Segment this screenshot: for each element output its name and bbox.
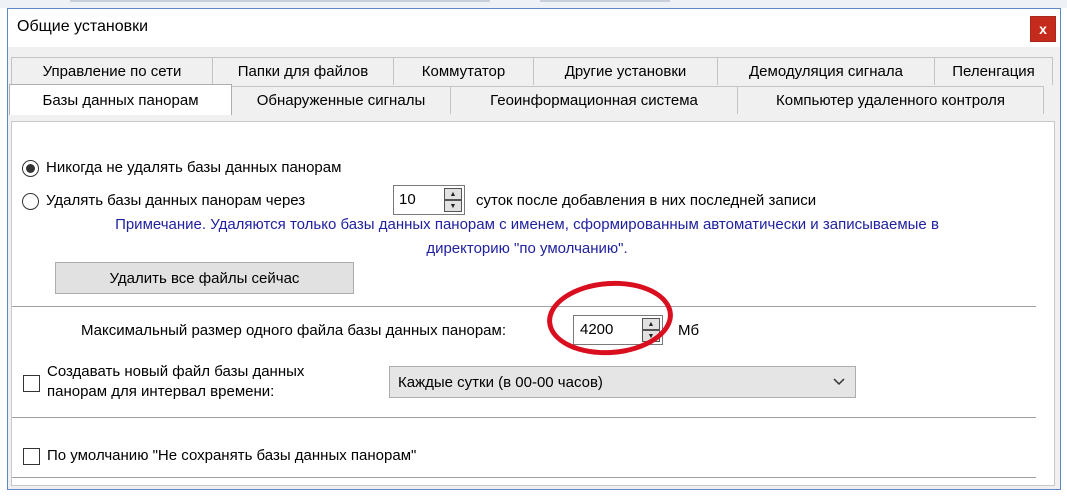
never-delete-radio[interactable] <box>22 160 39 177</box>
new-file-checkbox[interactable] <box>23 375 40 392</box>
delete-after-suffix: суток после добавления в них последней з… <box>476 192 817 209</box>
never-delete-label: Никогда не удалять базы данных панорам <box>46 159 342 176</box>
delete-days-spinner[interactable]: 10 ▲ ▼ <box>393 185 465 215</box>
spinner-arrows: ▲ ▼ <box>444 188 462 212</box>
delete-all-files-button[interactable]: Удалить все файлы сейчас <box>55 262 354 294</box>
spin-down-icon[interactable]: ▼ <box>444 200 462 212</box>
settings-dialog: Общие установки x Управление по сети Пап… <box>7 8 1061 490</box>
delete-after-radio[interactable] <box>22 193 39 210</box>
tab-switch[interactable]: Коммутатор <box>393 57 534 85</box>
tab-file-folders[interactable]: Папки для файлов <box>212 57 394 85</box>
max-size-unit: Мб <box>678 322 700 339</box>
close-button[interactable]: x <box>1030 16 1056 42</box>
new-file-label: Создавать новый файл базы данных панорам… <box>47 362 304 402</box>
note-line-2: директорию "по умолчанию". <box>426 240 628 257</box>
separator <box>12 417 1036 418</box>
default-no-save-label: По умолчанию "Не сохранять базы данных п… <box>47 447 417 464</box>
background-text-line <box>70 0 490 2</box>
interval-dropdown[interactable]: Каждые сутки (в 00-00 часов) <box>389 366 856 398</box>
note-line-1: Примечание. Удаляются только базы данных… <box>115 216 939 233</box>
window-title: Общие установки <box>17 18 149 35</box>
separator <box>12 306 1036 307</box>
tab-remote-control-computer[interactable]: Компьютер удаленного контроля <box>737 86 1044 114</box>
new-file-label-line-2: панорам для интервал времени: <box>47 383 275 400</box>
max-size-label: Максимальный размер одного файла базы да… <box>81 322 506 339</box>
tab-other-settings[interactable]: Другие установки <box>533 57 718 85</box>
tab-network-control[interactable]: Управление по сети <box>11 57 213 85</box>
tab-panorama-databases[interactable]: Базы данных панорам <box>9 84 232 115</box>
tab-gis[interactable]: Геоинформационная система <box>450 86 738 114</box>
chevron-down-icon <box>833 378 845 386</box>
new-file-label-line-1: Создавать новый файл базы данных <box>47 363 305 380</box>
delete-after-label: Удалять базы данных панорам через <box>46 192 306 209</box>
tab-detected-signals[interactable]: Обнаруженные сигналы <box>231 86 451 114</box>
tab-row-1: Управление по сети Папки для файлов Комм… <box>11 57 1053 85</box>
delete-note: Примечание. Удаляются только базы данных… <box>32 213 1022 261</box>
tab-direction-finding[interactable]: Пеленгация <box>934 57 1053 85</box>
separator <box>12 477 1036 478</box>
background-text-line <box>540 0 670 2</box>
tab-signal-demodulation[interactable]: Демодуляция сигнала <box>717 57 935 85</box>
background-strip <box>0 0 1067 8</box>
title-bar: Общие установки x <box>8 9 1060 47</box>
tab-panel-panorama-databases: Никогда не удалять базы данных панорам У… <box>11 121 1055 486</box>
default-no-save-checkbox[interactable] <box>23 448 40 465</box>
interval-dropdown-value: Каждые сутки (в 00-00 часов) <box>398 374 603 391</box>
delete-days-value: 10 <box>399 191 416 208</box>
tab-row-2: Базы данных панорам Обнаруженные сигналы… <box>9 84 1044 115</box>
spin-up-icon[interactable]: ▲ <box>444 188 462 200</box>
